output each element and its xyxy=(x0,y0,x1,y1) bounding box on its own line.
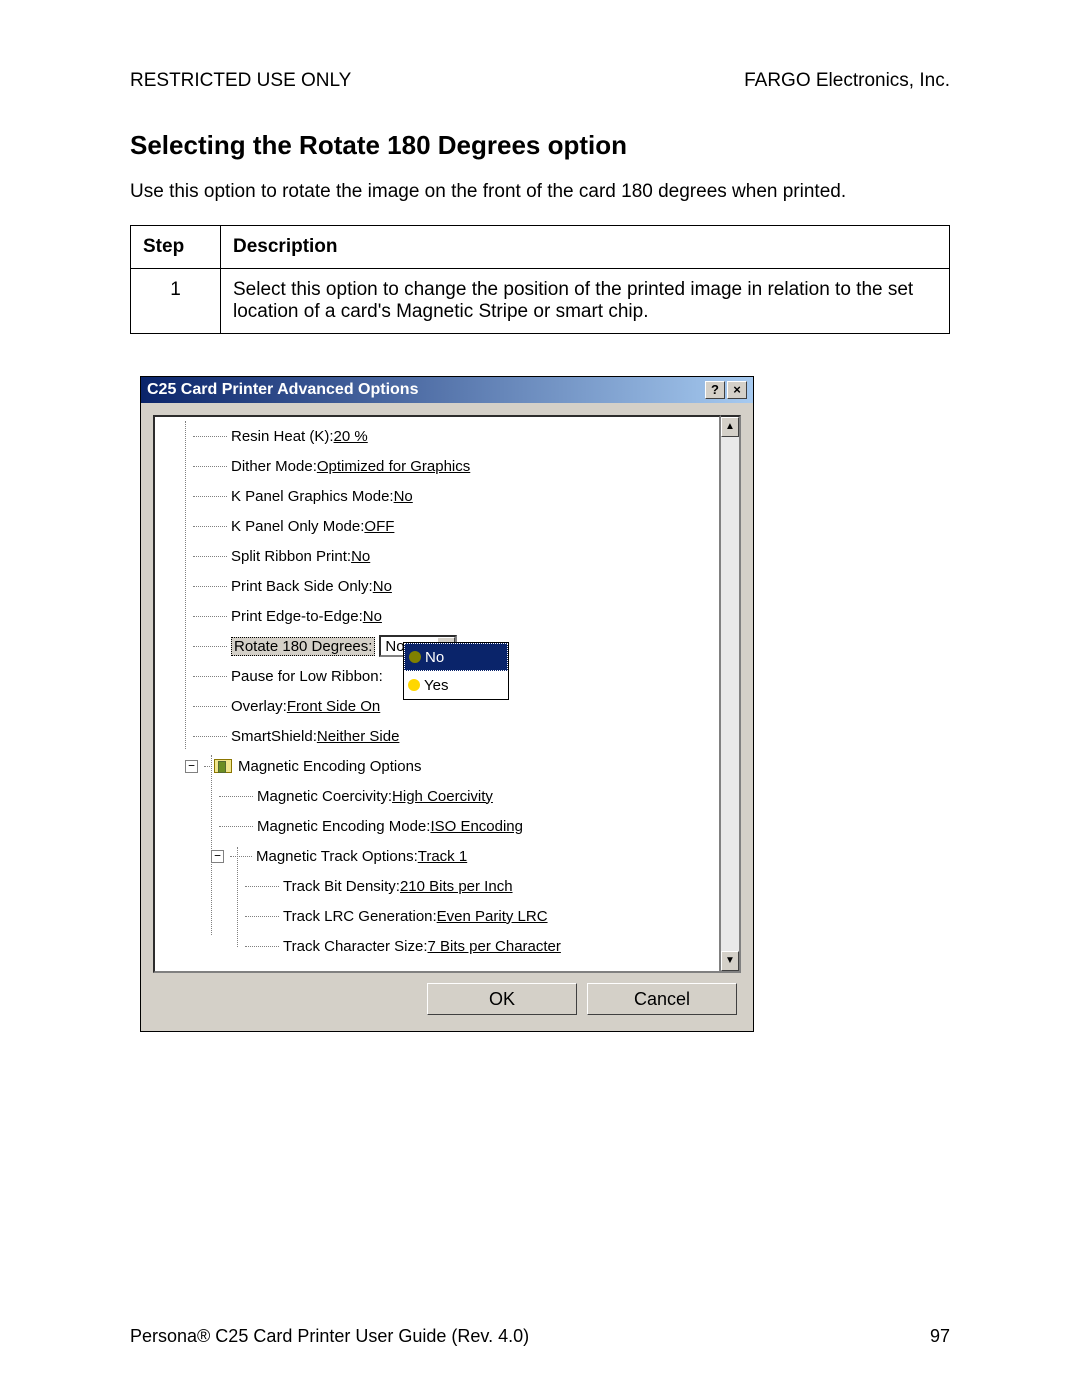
collapse-icon[interactable]: − xyxy=(185,760,198,773)
ok-button[interactable]: OK xyxy=(427,983,577,1015)
scroll-down-button[interactable]: ▼ xyxy=(721,951,739,971)
tree-item-smartshield[interactable]: SmartShield: Neither Side xyxy=(161,721,713,751)
option-no[interactable]: No xyxy=(404,643,508,671)
folder-icon xyxy=(214,759,232,773)
step-number: 1 xyxy=(131,269,221,334)
header-right: FARGO Electronics, Inc. xyxy=(744,70,950,92)
page-number: 97 xyxy=(930,1326,950,1347)
bulb-off-icon xyxy=(409,651,421,663)
step-description: Select this option to change the positio… xyxy=(221,269,950,334)
option-yes[interactable]: Yes xyxy=(404,671,508,699)
footer-left: Persona® C25 Card Printer User Guide (Re… xyxy=(130,1326,529,1347)
tree-item-k-panel-only[interactable]: K Panel Only Mode: OFF xyxy=(161,511,713,541)
tree-item-track-lrc[interactable]: Track LRC Generation: Even Parity LRC xyxy=(161,901,713,931)
tree-item-magnetic-encoding[interactable]: −Magnetic Encoding Options xyxy=(161,751,713,781)
vertical-scrollbar[interactable]: ▲ ▼ xyxy=(721,415,741,973)
tree-item-magnetic-encoding-mode[interactable]: Magnetic Encoding Mode: ISO Encoding xyxy=(161,811,713,841)
tree-item-resin-heat[interactable]: Resin Heat (K): 20 % xyxy=(161,421,713,451)
titlebar[interactable]: C25 Card Printer Advanced Options ? × xyxy=(141,377,753,403)
tree-item-print-edge[interactable]: Print Edge-to-Edge: No xyxy=(161,601,713,631)
tree-item-magnetic-coercivity[interactable]: Magnetic Coercivity: High Coercivity xyxy=(161,781,713,811)
step-table: Step Description 1 Select this option to… xyxy=(130,225,950,334)
tree-item-magnetic-track-options[interactable]: −Magnetic Track Options: Track 1 xyxy=(161,841,713,871)
close-button[interactable]: × xyxy=(727,381,747,399)
tree-item-track-char-size[interactable]: Track Character Size: 7 Bits per Charact… xyxy=(161,931,713,961)
cancel-button[interactable]: Cancel xyxy=(587,983,737,1015)
col-step: Step xyxy=(131,226,221,269)
advanced-options-dialog: C25 Card Printer Advanced Options ? × Re… xyxy=(140,376,754,1032)
bulb-on-icon xyxy=(408,679,420,691)
tree-item-print-back-side[interactable]: Print Back Side Only: No xyxy=(161,571,713,601)
help-button[interactable]: ? xyxy=(705,381,725,399)
intro-text: Use this option to rotate the image on t… xyxy=(130,181,950,203)
header-left: RESTRICTED USE ONLY xyxy=(130,70,351,92)
col-description: Description xyxy=(221,226,950,269)
rotate-180-dropdown[interactable]: No Yes xyxy=(403,642,509,700)
scroll-up-button[interactable]: ▲ xyxy=(721,417,739,437)
tree-item-track-bit-density[interactable]: Track Bit Density: 210 Bits per Inch xyxy=(161,871,713,901)
options-tree[interactable]: Resin Heat (K): 20 % Dither Mode: Optimi… xyxy=(153,415,721,973)
scroll-track[interactable] xyxy=(721,437,739,951)
tree-item-split-ribbon[interactable]: Split Ribbon Print: No xyxy=(161,541,713,571)
tree-item-k-panel-graphics[interactable]: K Panel Graphics Mode: No xyxy=(161,481,713,511)
collapse-icon[interactable]: − xyxy=(211,850,224,863)
dialog-title: C25 Card Printer Advanced Options xyxy=(147,381,703,399)
page-title: Selecting the Rotate 180 Degrees option xyxy=(130,130,950,161)
tree-item-dither-mode[interactable]: Dither Mode: Optimized for Graphics xyxy=(161,451,713,481)
